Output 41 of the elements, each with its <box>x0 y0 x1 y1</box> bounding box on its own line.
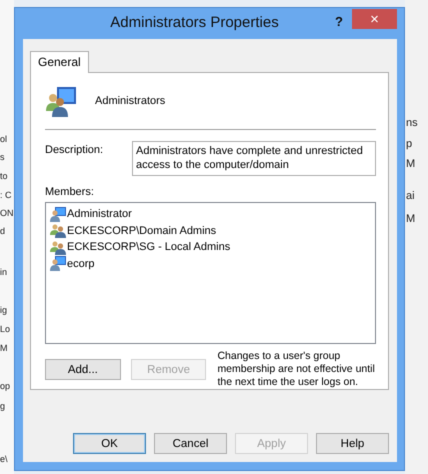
background-text: M <box>405 157 416 171</box>
dialog-button[interactable]: Help <box>316 433 389 454</box>
users-computer-icon <box>45 85 77 117</box>
member-item[interactable]: Administrator <box>67 208 132 220</box>
group-icon <box>50 223 66 238</box>
background-text: g <box>0 401 6 412</box>
member-item[interactable]: ECKESCORP\Domain Admins <box>67 224 216 237</box>
members-label: Members: <box>45 186 95 198</box>
background-text: ol <box>0 134 8 145</box>
background-text: M <box>0 343 8 354</box>
group-name: Administrators <box>95 95 166 107</box>
background-text: s <box>0 152 6 163</box>
user-computer-icon <box>50 256 66 272</box>
member-item[interactable]: ecorp <box>67 258 95 270</box>
dialog-button[interactable]: OK <box>73 433 146 454</box>
background-text: : C <box>0 190 13 201</box>
background-text: M <box>405 212 416 226</box>
member-button[interactable]: Add... <box>45 359 121 380</box>
member-item[interactable]: ECKESCORP\SG - Local Admins <box>67 241 230 254</box>
tab[interactable]: General <box>30 51 89 73</box>
background-text: op <box>0 381 12 392</box>
background-text: ig <box>0 305 8 316</box>
close-button[interactable]: × <box>352 9 397 29</box>
background-text: d <box>0 226 6 237</box>
description-label: Description: <box>45 143 104 156</box>
background-text: in <box>0 267 8 278</box>
background-text: to <box>0 171 9 182</box>
note-text: Changes to a user's group membership are not effective until the next time the user logs on. <box>217 350 376 389</box>
dialog-button[interactable]: Cancel <box>154 433 227 454</box>
window-title: Administrators Properties <box>109 13 280 33</box>
background-text: Lo <box>0 324 12 335</box>
background-text: p <box>405 137 414 151</box>
background-text: ai <box>405 189 416 203</box>
members-list[interactable]: Administrator ECKESCORP\Domain Admins ECKESCORP\SG - Local Admins ecorp <box>45 202 376 344</box>
background-text: ns <box>405 116 419 130</box>
description-field[interactable]: Administrators have complete and unrestricted access to the computer/domain <box>132 141 376 176</box>
help-button[interactable]: ? <box>326 8 352 36</box>
group-icon <box>50 240 66 255</box>
background-text: e\ <box>0 454 9 465</box>
user-computer-icon <box>50 206 66 222</box>
background-text: ON <box>0 208 14 219</box>
